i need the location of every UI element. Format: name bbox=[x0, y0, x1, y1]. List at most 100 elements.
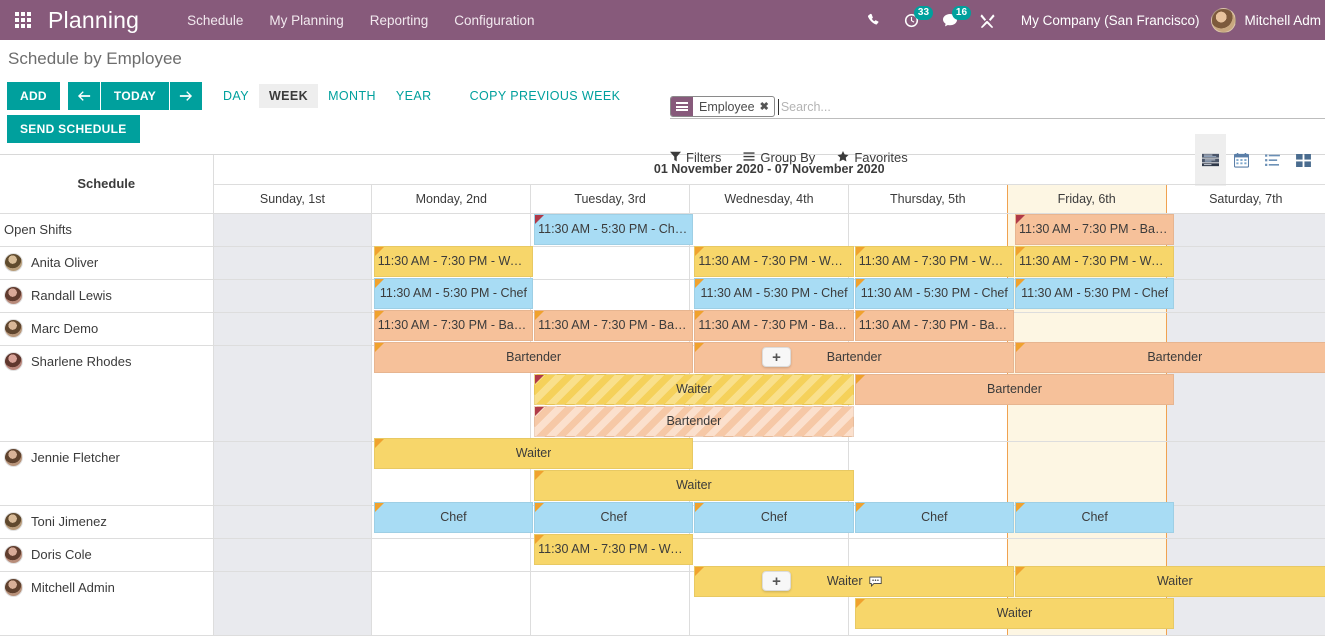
scale-week[interactable]: WEEK bbox=[258, 84, 319, 108]
gantt-cell[interactable] bbox=[530, 279, 690, 313]
gantt-shift-pill[interactable]: 11:30 AM - 7:30 PM - Bart... bbox=[1015, 213, 1175, 245]
gantt-cell[interactable] bbox=[689, 213, 849, 247]
gantt-shift-pill[interactable]: 11:30 AM - 5:30 PM - Chef bbox=[373, 277, 534, 309]
gantt-shift-pill[interactable]: Waiter bbox=[373, 437, 694, 469]
gantt-cell[interactable] bbox=[1165, 279, 1325, 313]
avatar bbox=[4, 578, 23, 597]
gantt-shift-pill[interactable]: 11:30 AM - 7:30 PM - Wait... bbox=[373, 245, 534, 277]
scale-month[interactable]: MONTH bbox=[318, 84, 386, 108]
gantt-shift-pill[interactable]: 11:30 AM - 5:30 PM - Chef... bbox=[534, 213, 694, 245]
shift-label: Waiter bbox=[515, 446, 552, 460]
gantt-cell[interactable] bbox=[371, 571, 531, 636]
user-menu[interactable]: Mitchell Adm bbox=[1211, 7, 1325, 33]
gantt-cell[interactable] bbox=[1165, 505, 1325, 539]
gantt-shift-pill[interactable]: 11:30 AM - 7:30 PM - Bart... bbox=[373, 309, 534, 341]
scale-day[interactable]: DAY bbox=[213, 84, 259, 108]
phone-icon[interactable] bbox=[855, 0, 893, 40]
menu-item-configuration[interactable]: Configuration bbox=[454, 13, 534, 28]
gantt-cell[interactable] bbox=[847, 441, 1008, 506]
menu-item-my-planning[interactable]: My Planning bbox=[269, 13, 343, 28]
gantt-cell[interactable] bbox=[1165, 312, 1325, 346]
shift-label: 11:30 AM - 7:30 PM - Bart... bbox=[1019, 222, 1171, 236]
apps-grid-icon[interactable] bbox=[0, 0, 46, 40]
remove-facet-icon[interactable]: ✖ bbox=[760, 100, 769, 113]
gantt-row-label-8[interactable]: Mitchell Admin bbox=[0, 571, 214, 636]
gantt-shift-pill[interactable]: Chef bbox=[1015, 501, 1175, 533]
gantt-shift-pill[interactable]: Waiter bbox=[534, 373, 854, 405]
gantt-shift-pill[interactable]: 11:30 AM - 7:30 PM - Wait... bbox=[1015, 245, 1175, 277]
add-shift-button[interactable]: + bbox=[762, 347, 791, 367]
gantt-row-label-1[interactable]: Anita Oliver bbox=[0, 246, 214, 280]
gantt-cell[interactable] bbox=[1006, 441, 1167, 506]
gantt-row-label-7[interactable]: Doris Cole bbox=[0, 538, 214, 572]
gantt-cell[interactable] bbox=[1165, 246, 1325, 280]
gantt-cell[interactable] bbox=[530, 571, 690, 636]
gantt-row-label-5[interactable]: Jennie Fletcher bbox=[0, 441, 214, 506]
gantt-shift-pill[interactable]: 11:30 AM - 5:30 PM - Chef bbox=[854, 277, 1014, 309]
gantt-cell[interactable] bbox=[212, 345, 372, 442]
gantt-cell[interactable] bbox=[212, 279, 372, 313]
app-brand-title[interactable]: Planning bbox=[46, 7, 145, 34]
gantt-row-label-4[interactable]: Sharlene Rhodes bbox=[0, 345, 214, 442]
gantt-shift-pill[interactable]: Waiter bbox=[694, 565, 1014, 597]
gantt-shift-pill[interactable]: 11:30 AM - 5:30 PM - Chef bbox=[694, 277, 854, 309]
gantt-shift-pill[interactable]: 11:30 AM - 7:30 PM - Bart... bbox=[534, 309, 694, 341]
gantt-cell[interactable] bbox=[212, 571, 372, 636]
gantt-shift-pill[interactable]: Waiter bbox=[534, 469, 854, 501]
search-facet-employee[interactable]: Employee ✖ bbox=[670, 96, 775, 117]
page-title: Schedule by Employee bbox=[8, 49, 182, 68]
activity-clock-icon[interactable]: 33 bbox=[893, 0, 934, 40]
messages-icon[interactable]: 16 bbox=[931, 0, 972, 40]
company-selector[interactable]: My Company (San Francisco) bbox=[1007, 13, 1212, 28]
gantt-shift-pill[interactable]: Bartender bbox=[694, 341, 1014, 373]
search-input[interactable] bbox=[778, 99, 1325, 114]
gantt-cell[interactable] bbox=[212, 213, 372, 247]
gantt-cell[interactable] bbox=[1165, 441, 1325, 506]
gantt-shift-pill[interactable]: 11:30 AM - 7:30 PM - Bart... bbox=[694, 309, 854, 341]
shift-corner-marker-icon bbox=[855, 502, 865, 512]
add-button[interactable]: ADD bbox=[7, 82, 60, 110]
gantt-shift-pill[interactable]: 11:30 AM - 7:30 PM - Wait... bbox=[854, 245, 1014, 277]
gantt-cell[interactable] bbox=[371, 213, 531, 247]
gantt-row-label-6[interactable]: Toni Jimenez bbox=[0, 505, 214, 539]
shift-label: Waiter bbox=[996, 606, 1033, 620]
gantt-shift-pill[interactable]: Chef bbox=[854, 501, 1014, 533]
gantt-cell[interactable] bbox=[1165, 213, 1325, 247]
gantt-shift-pill[interactable]: Bartender bbox=[854, 373, 1175, 405]
gantt-row-label-3[interactable]: Marc Demo bbox=[0, 312, 214, 346]
gantt-cell[interactable] bbox=[1006, 312, 1167, 346]
menu-item-reporting[interactable]: Reporting bbox=[370, 13, 429, 28]
gantt-shift-pill[interactable]: Bartender bbox=[373, 341, 694, 373]
debug-wrench-icon[interactable] bbox=[969, 0, 1007, 40]
gantt-shift-pill[interactable]: Bartender bbox=[1015, 341, 1325, 373]
gantt-shift-pill[interactable]: Chef bbox=[534, 501, 694, 533]
gantt-cell[interactable] bbox=[212, 246, 372, 280]
today-button[interactable]: TODAY bbox=[100, 82, 170, 110]
gantt-shift-pill[interactable]: Waiter bbox=[1015, 565, 1325, 597]
gantt-shift-pill[interactable]: 11:30 AM - 7:30 PM - Wait... bbox=[694, 245, 854, 277]
next-period-button[interactable] bbox=[170, 82, 203, 110]
send-schedule-button[interactable]: SEND SCHEDULE bbox=[7, 115, 140, 143]
gantt-cell[interactable] bbox=[212, 505, 372, 539]
gantt-shift-pill[interactable]: Waiter bbox=[854, 597, 1175, 629]
gantt-shift-pill[interactable]: Bartender bbox=[534, 405, 854, 437]
gantt-row-label-2[interactable]: Randall Lewis bbox=[0, 279, 214, 313]
gantt-cell[interactable] bbox=[371, 538, 531, 572]
menu-item-schedule[interactable]: Schedule bbox=[187, 13, 243, 28]
gantt-row-label-0[interactable]: Open Shifts bbox=[0, 213, 214, 247]
gantt-cell[interactable] bbox=[212, 538, 372, 572]
gantt-shift-pill[interactable]: Chef bbox=[694, 501, 854, 533]
gantt-shift-pill[interactable]: Chef bbox=[373, 501, 534, 533]
gantt-shift-pill[interactable]: 11:30 AM - 5:30 PM - Chef bbox=[1015, 277, 1175, 309]
gantt-shift-pill[interactable]: 11:30 AM - 7:30 PM - Wait... bbox=[534, 533, 694, 565]
add-shift-button[interactable]: + bbox=[762, 571, 791, 591]
copy-previous-week-button[interactable]: COPY PREVIOUS WEEK bbox=[460, 84, 631, 108]
shift-label: 11:30 AM - 7:30 PM - Bart... bbox=[538, 318, 690, 332]
scale-year[interactable]: YEAR bbox=[386, 84, 442, 108]
gantt-cell[interactable] bbox=[212, 441, 372, 506]
gantt-cell[interactable] bbox=[530, 246, 690, 280]
gantt-cell[interactable] bbox=[212, 312, 372, 346]
gantt-cell[interactable] bbox=[847, 213, 1008, 247]
previous-period-button[interactable] bbox=[67, 82, 100, 110]
gantt-shift-pill[interactable]: 11:30 AM - 7:30 PM - Bart... bbox=[854, 309, 1014, 341]
